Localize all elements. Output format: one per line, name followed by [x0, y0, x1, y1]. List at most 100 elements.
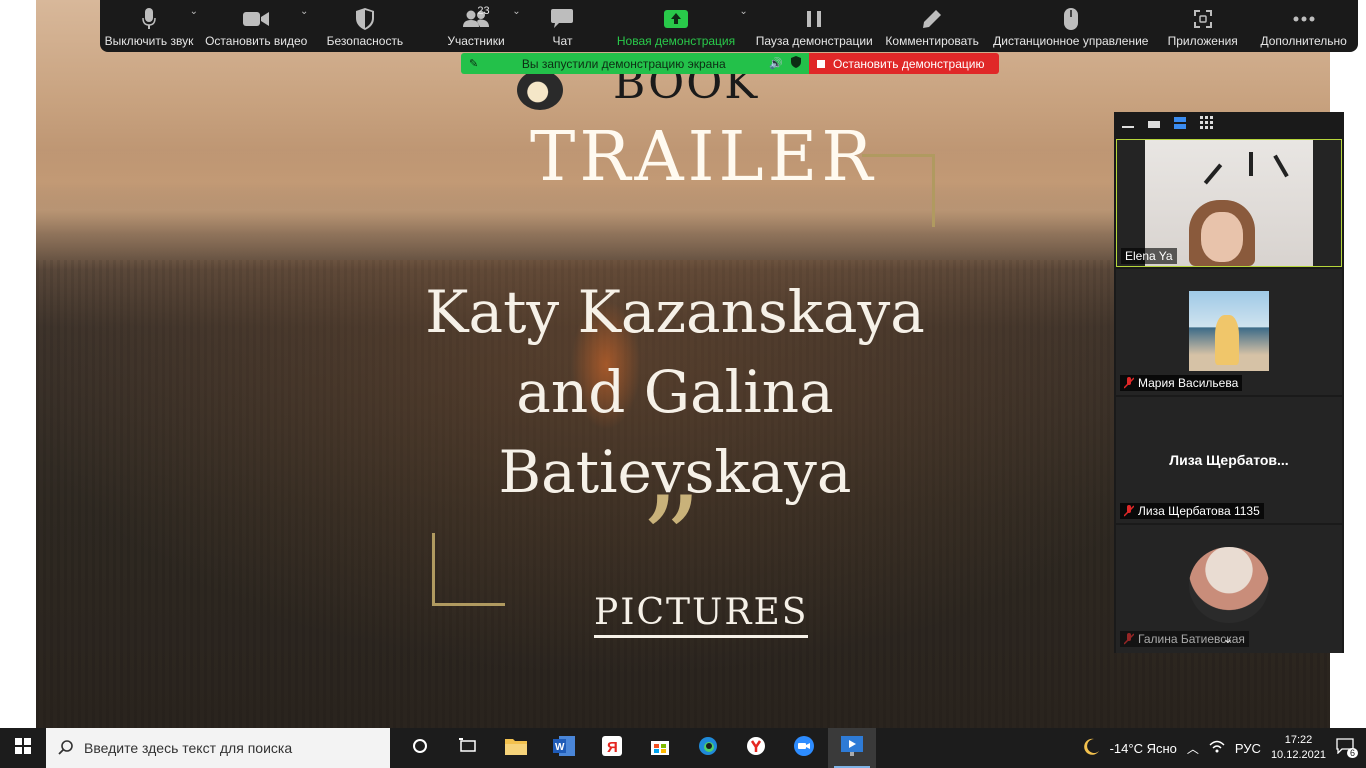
shield-icon [355, 6, 374, 32]
store-button[interactable] [636, 728, 684, 768]
sharing-status-text: Вы запустили демонстрацию экрана [521, 56, 726, 71]
participant-name-label: Мария Васильева [1120, 375, 1243, 391]
chat-bubble-icon [551, 6, 574, 32]
presentation-app-button[interactable] [828, 728, 876, 768]
speaker-icon[interactable]: 🔊 [769, 57, 783, 70]
mute-options-chevron-icon[interactable]: ⌄ [190, 6, 198, 17]
participant-name-label: Elena Ya [1121, 248, 1177, 264]
screen-margin-left [0, 0, 36, 728]
video-options-chevron-icon[interactable]: ⌄ [300, 6, 308, 17]
pinned-apps: W Я [396, 728, 876, 768]
strip-view-icon[interactable] [1174, 116, 1186, 134]
file-explorer-button[interactable] [492, 728, 540, 768]
pen-icon [922, 6, 942, 32]
stop-square-icon [817, 59, 825, 68]
security-button[interactable]: Безопасность [314, 0, 415, 52]
share-options-chevron-icon[interactable]: ⌄ [739, 6, 747, 17]
windows-taskbar: Введите здесь текст для поиска W Я -14°C… [0, 728, 1366, 768]
scroll-down-chevron-icon[interactable]: ⌄ [1222, 630, 1234, 647]
participant-display-name: Лиза Щербатов... [1169, 452, 1289, 468]
sharing-status-bar[interactable]: ✎ Вы запустили демонстрацию экрана 🔊 [461, 53, 809, 74]
apps-icon [1193, 6, 1212, 32]
chat-label: Чат [552, 34, 573, 48]
pause-icon [806, 6, 822, 32]
zoom-camera-icon [793, 735, 815, 762]
clock-time: 17:22 [1284, 734, 1313, 746]
muted-microphone-icon [1123, 633, 1135, 645]
minimize-icon[interactable] [1122, 116, 1134, 134]
quote-mark: ” [640, 472, 702, 611]
participants-options-chevron-icon[interactable]: ⌄ [512, 6, 520, 17]
microphone-icon [142, 6, 156, 32]
more-dots-icon [1293, 6, 1315, 32]
network-icon[interactable] [1209, 740, 1225, 757]
task-view-button[interactable] [444, 728, 492, 768]
zoom-meeting-toolbar: ⌄ Выключить звук ⌄ Остановить видео Безо… [100, 0, 1358, 52]
notification-center-button[interactable]: 6 [1336, 738, 1358, 758]
new-share-button[interactable]: ⌄ Новая демонстрация [602, 0, 749, 52]
drag-handle-icon[interactable]: ✎ [469, 57, 478, 70]
slide-pictures-word: PICTURES [594, 592, 809, 638]
share-screen-icon [664, 6, 689, 32]
muted-microphone-icon [1123, 505, 1135, 517]
video-thumbnail-panel: Elena Ya Мария Васильева Лиза Щербатов..… [1114, 112, 1344, 653]
pause-share-button[interactable]: Пауза демонстрации [750, 0, 879, 52]
cortana-button[interactable] [396, 728, 444, 768]
word-button[interactable]: W [540, 728, 588, 768]
participant-tile[interactable]: Лиза Щербатов... Лиза Щербатова 1135 [1116, 397, 1342, 523]
yandex-browser-button[interactable]: Я [588, 728, 636, 768]
weather-text[interactable]: -14°C Ясно [1110, 741, 1177, 756]
remote-control-label: Дистанционное управление [993, 34, 1149, 48]
remote-control-button[interactable]: Дистанционное управление [986, 0, 1157, 52]
search-placeholder: Введите здесь текст для поиска [84, 740, 293, 756]
participants-button[interactable]: 23 ⌄ Участники [415, 0, 522, 52]
security-label: Безопасность [326, 34, 404, 48]
mute-button[interactable]: ⌄ Выключить звук [100, 0, 198, 52]
clock[interactable]: 17:22 10.12.2021 [1271, 733, 1326, 763]
windows-logo-icon [15, 737, 31, 759]
pause-share-label: Пауза демонстрации [755, 34, 873, 48]
yandex-icon: Я [602, 735, 622, 761]
frame-corner-bottom-left [432, 533, 505, 606]
muted-microphone-icon [1123, 377, 1135, 389]
moon-weather-icon [1082, 738, 1100, 759]
store-bag-icon [650, 736, 670, 761]
language-indicator[interactable]: РУС [1235, 741, 1261, 756]
participant-avatar [1189, 547, 1269, 623]
grid-view-icon[interactable] [1200, 116, 1213, 134]
apps-button[interactable]: Приложения [1156, 0, 1249, 52]
new-share-label: Новая демонстрация [616, 34, 736, 48]
yandex-circle-icon [746, 736, 766, 761]
annotate-button[interactable]: Комментировать [879, 0, 986, 52]
edge-icon [698, 736, 718, 761]
chevron-up-icon[interactable]: ︿ [1187, 740, 1199, 757]
more-label: Дополнительно [1260, 34, 1347, 48]
yandex-app-button[interactable] [732, 728, 780, 768]
start-button[interactable] [0, 728, 46, 768]
slide-trailer-word: TRAILER [530, 118, 877, 197]
apps-label: Приложения [1167, 34, 1238, 48]
folder-icon [505, 737, 527, 760]
single-view-icon[interactable] [1148, 116, 1160, 134]
system-tray: -14°C Ясно ︿ РУС 17:22 10.12.2021 6 [1082, 728, 1366, 768]
video-camera-icon [243, 6, 270, 32]
stop-share-label: Остановить демонстрацию [833, 56, 985, 71]
participants-count: 23 [477, 5, 490, 17]
presentation-play-icon [841, 735, 863, 761]
notification-count-badge: 6 [1346, 748, 1358, 758]
participant-tile[interactable]: Мария Васильева [1116, 269, 1342, 395]
participant-name-label: Лиза Щербатова 1135 [1120, 503, 1264, 519]
stop-video-button[interactable]: ⌄ Остановить видео [198, 0, 314, 52]
zoom-app-button[interactable] [780, 728, 828, 768]
more-button[interactable]: Дополнительно [1249, 0, 1358, 52]
participant-tile[interactable]: Elena Ya [1116, 139, 1342, 267]
mute-label: Выключить звук [104, 34, 194, 48]
taskbar-search-box[interactable]: Введите здесь текст для поиска [46, 728, 390, 768]
cortana-circle-icon [412, 738, 428, 759]
authors-line-2: and Galina [516, 358, 834, 426]
edge-button[interactable] [684, 728, 732, 768]
mouse-icon [1063, 6, 1078, 32]
stop-share-button[interactable]: Остановить демонстрацию [809, 53, 999, 74]
chat-button[interactable]: Чат [523, 0, 603, 52]
participants-label: Участники [447, 34, 505, 48]
